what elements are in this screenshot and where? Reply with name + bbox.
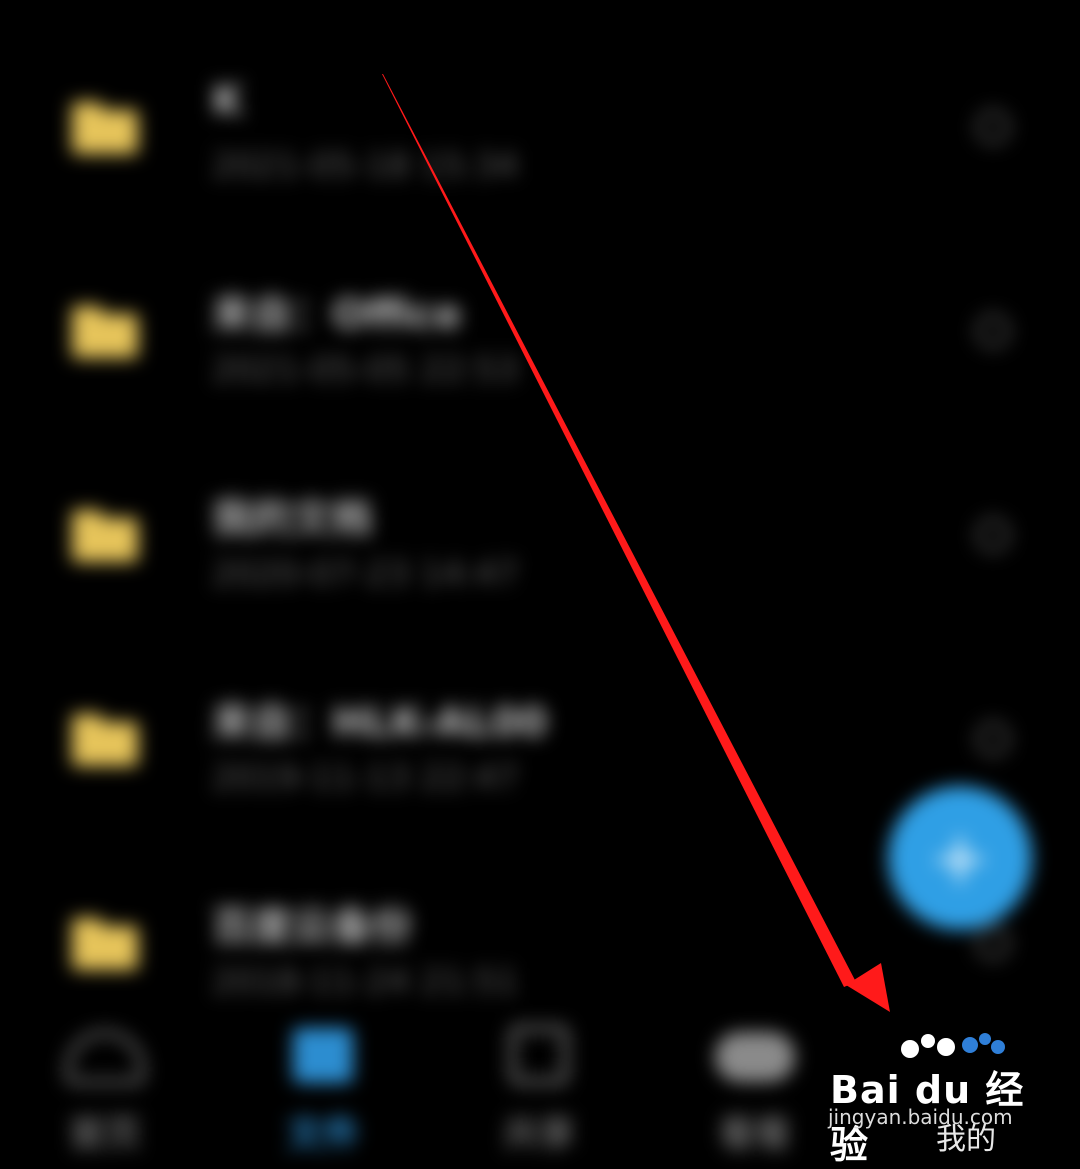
baidu-watermark: Bai du 经验 jingyan.baidu.com [826,1025,1046,1167]
arrow-head [846,963,890,1012]
nav-item-me[interactable]: 我的 [936,1114,996,1158]
arrow-shaft [382,74,856,987]
red-arrow-annotation [382,74,890,1012]
